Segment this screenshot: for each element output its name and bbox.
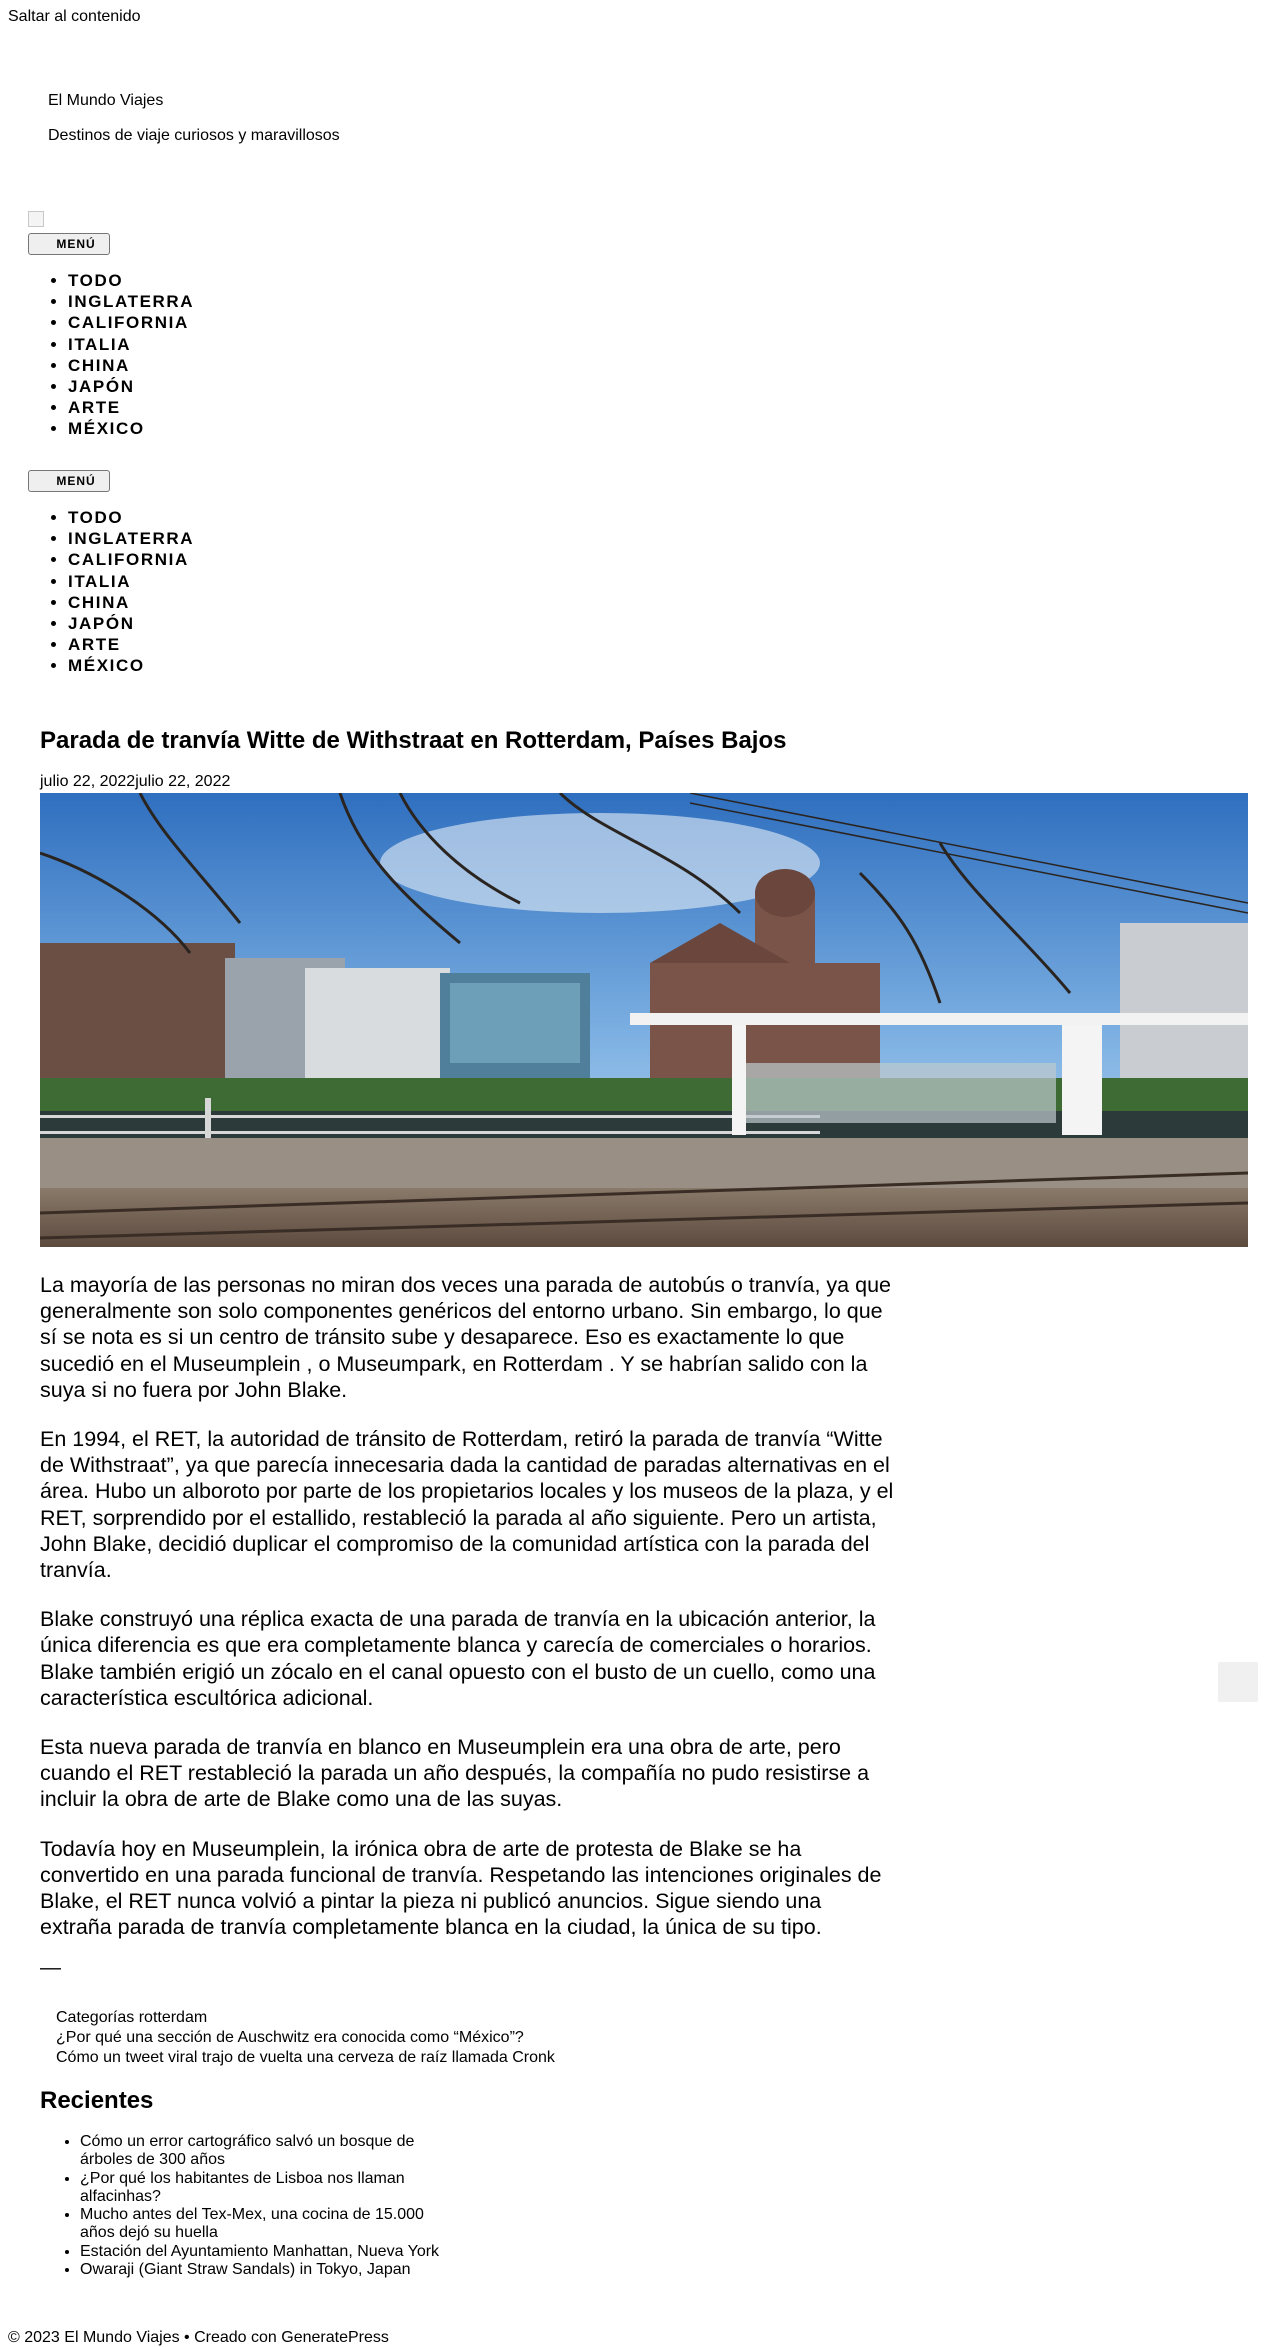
nav-link[interactable]: ITALIA	[68, 335, 131, 354]
nav-item-mexico[interactable]: MÉXICO	[68, 655, 194, 676]
skip-to-content-link[interactable]: Saltar al contenido	[8, 8, 141, 26]
separator: —	[40, 1956, 61, 1979]
next-post-link[interactable]: Cómo un tweet viral trajo de vuelta una …	[56, 2048, 555, 2068]
post-content: La mayoría de las personas no miran dos …	[40, 1272, 895, 1963]
recent-posts-list: Cómo un error cartográfico salvó un bosq…	[40, 2133, 440, 2279]
paragraph: La mayoría de las personas no miran dos …	[40, 1273, 891, 1402]
recent-post-item[interactable]: ¿Por qué los habitantes de Lisboa nos ll…	[80, 2170, 440, 2207]
nav-item-todo[interactable]: TODO	[68, 507, 194, 528]
menu-toggle-label: MENÚ	[56, 474, 96, 488]
post-date[interactable]: julio 22, 2022julio 22, 2022	[40, 773, 230, 791]
nav-link[interactable]: MÉXICO	[68, 656, 145, 675]
site-logo-broken-image[interactable]	[28, 211, 44, 227]
recent-post-link[interactable]: Owaraji (Giant Straw Sandals) in Tokyo, …	[80, 2261, 411, 2278]
site-title[interactable]: El Mundo Viajes	[48, 92, 163, 110]
nav-link[interactable]: INGLATERRA	[68, 292, 194, 311]
nav-link[interactable]: JAPÓN	[68, 614, 135, 633]
nav-item-italia[interactable]: ITALIA	[68, 571, 194, 592]
nav-item-inglaterra[interactable]: INGLATERRA	[68, 528, 194, 549]
paragraph: Blake construyó una réplica exacta de un…	[40, 1607, 876, 1710]
nav-item-arte[interactable]: ARTE	[68, 634, 194, 655]
nav-link[interactable]: CHINA	[68, 593, 130, 612]
secondary-nav: TODO INGLATERRA CALIFORNIA ITALIA CHINA …	[28, 507, 194, 677]
recent-post-item[interactable]: Owaraji (Giant Straw Sandals) in Tokyo, …	[80, 2261, 440, 2279]
nav-link[interactable]: ARTE	[68, 635, 121, 654]
recent-post-link[interactable]: Cómo un error cartográfico salvó un bosq…	[80, 2133, 414, 2168]
nav-item-mexico[interactable]: MÉXICO	[68, 418, 194, 439]
hamburger-icon	[36, 240, 48, 249]
previous-post-link[interactable]: ¿Por qué una sección de Auschwitz era co…	[56, 2028, 555, 2048]
recent-posts-heading: Recientes	[40, 2087, 154, 2114]
recent-post-link[interactable]: ¿Por qué los habitantes de Lisboa nos ll…	[80, 2170, 405, 2205]
recent-post-item[interactable]: Cómo un error cartográfico salvó un bosq…	[80, 2133, 440, 2170]
site-footer: © 2023 El Mundo Viajes • Creado con Gene…	[8, 2329, 389, 2346]
nav-link[interactable]: TODO	[68, 271, 123, 290]
nav-item-china[interactable]: CHINA	[68, 355, 194, 376]
nav-link[interactable]: TODO	[68, 508, 123, 527]
nav-link[interactable]: CALIFORNIA	[68, 550, 189, 569]
paragraph: En 1994, el RET, la autoridad de tránsit…	[40, 1427, 894, 1583]
recent-post-item[interactable]: Mucho antes del Tex-Mex, una cocina de 1…	[80, 2206, 440, 2243]
nav-link[interactable]: MÉXICO	[68, 419, 145, 438]
paragraph: Esta nueva parada de tranvía en blanco e…	[40, 1735, 870, 1812]
nav-item-japon[interactable]: JAPÓN	[68, 613, 194, 634]
nav-link[interactable]: JAPÓN	[68, 377, 135, 396]
nav-link[interactable]: ITALIA	[68, 572, 131, 591]
recent-post-item[interactable]: Estación del Ayuntamiento Manhattan, Nue…	[80, 2243, 440, 2261]
nav-item-california[interactable]: CALIFORNIA	[68, 312, 194, 333]
nav-link[interactable]: CHINA	[68, 356, 130, 375]
primary-nav: TODO INGLATERRA CALIFORNIA ITALIA CHINA …	[28, 270, 194, 440]
post-title: Parada de tranvía Witte de Withstraat en…	[40, 727, 787, 754]
nav-link[interactable]: INGLATERRA	[68, 529, 194, 548]
back-to-top-button[interactable]	[1218, 1662, 1258, 1702]
nav-item-todo[interactable]: TODO	[68, 270, 194, 291]
nav-item-japon[interactable]: JAPÓN	[68, 376, 194, 397]
recent-post-link[interactable]: Estación del Ayuntamiento Manhattan, Nue…	[80, 2243, 439, 2260]
nav-item-california[interactable]: CALIFORNIA	[68, 549, 194, 570]
nav-link[interactable]: ARTE	[68, 398, 121, 417]
nav-item-arte[interactable]: ARTE	[68, 397, 194, 418]
nav-link[interactable]: CALIFORNIA	[68, 313, 189, 332]
menu-toggle-label: MENÚ	[56, 237, 96, 251]
nav-item-inglaterra[interactable]: INGLATERRA	[68, 291, 194, 312]
hamburger-icon	[36, 477, 48, 486]
nav-item-italia[interactable]: ITALIA	[68, 334, 194, 355]
menu-toggle-button-secondary[interactable]: MENÚ	[28, 470, 110, 492]
post-navigation: Categorías rotterdam ¿Por qué una secció…	[56, 2008, 555, 2068]
nav-item-china[interactable]: CHINA	[68, 592, 194, 613]
menu-toggle-button[interactable]: MENÚ	[28, 233, 110, 255]
paragraph: Todavía hoy en Museumplein, la irónica o…	[40, 1836, 882, 1940]
site-description: Destinos de viaje curiosos y maravilloso…	[48, 127, 340, 144]
recent-post-link[interactable]: Mucho antes del Tex-Mex, una cocina de 1…	[80, 2206, 424, 2241]
post-categories[interactable]: Categorías rotterdam	[56, 2008, 555, 2028]
featured-image-tram-stop	[40, 793, 1248, 1247]
